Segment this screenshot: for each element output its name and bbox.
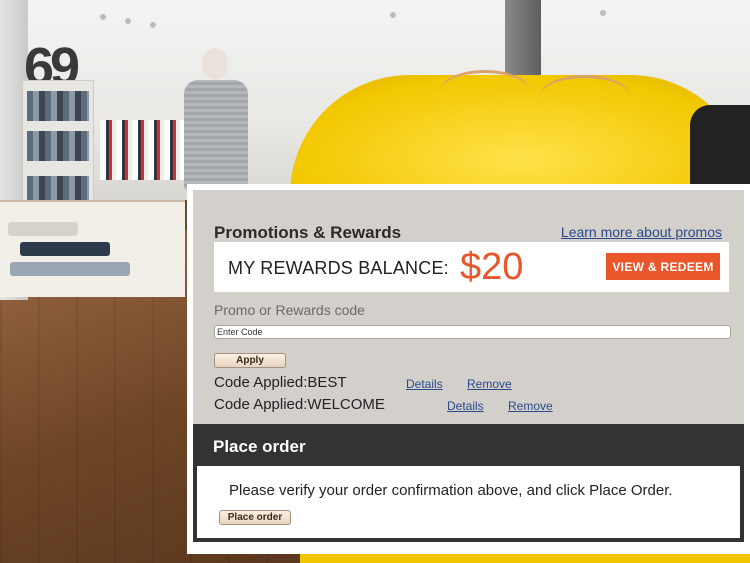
promotions-rewards-section: Promotions & Rewards Learn more about pr… [193,190,744,424]
ceiling-light [125,18,131,24]
promo-code-input[interactable] [214,325,731,339]
place-order-button[interactable]: Place order [219,510,291,525]
display-table [0,200,185,297]
learn-more-promos-link[interactable]: Learn more about promos [561,224,722,240]
mannequin-sweater [184,80,248,190]
mannequin-head [202,48,228,80]
ceiling-light [100,14,106,20]
promotions-title: Promotions & Rewards [214,223,402,242]
dark-shirt [690,105,750,195]
verify-order-instruction: Please verify your order confirmation ab… [229,482,673,499]
remove-link-best[interactable]: Remove [467,377,512,391]
checkout-panel: Promotions & Rewards Learn more about pr… [187,184,750,554]
details-link-welcome[interactable]: Details [447,399,484,413]
details-link-best[interactable]: Details [406,377,443,391]
apply-code-button[interactable]: Apply [214,353,286,368]
place-order-header: Place order [193,424,744,466]
wooden-hanger [540,75,630,118]
promo-code-label: Promo or Rewards code [214,302,365,318]
rewards-balance-bar: MY REWARDS BALANCE: $20 VIEW & REDEEM [214,242,729,292]
applied-code-best: Code Applied:BEST [214,374,347,391]
place-order-title: Place order [213,437,306,456]
rewards-balance-amount: $20 [460,246,524,288]
clothing-rack [100,120,190,180]
view-redeem-button[interactable]: VIEW & REDEEM [606,253,720,280]
ceiling-light [390,12,396,18]
ceiling-light [600,10,606,16]
remove-link-welcome[interactable]: Remove [508,399,553,413]
ceiling-light [150,22,156,28]
applied-code-welcome: Code Applied:WELCOME [214,396,385,413]
place-order-body: Please verify your order confirmation ab… [193,466,744,542]
wooden-hanger [440,70,530,113]
rewards-balance-label: MY REWARDS BALANCE: [228,258,449,278]
